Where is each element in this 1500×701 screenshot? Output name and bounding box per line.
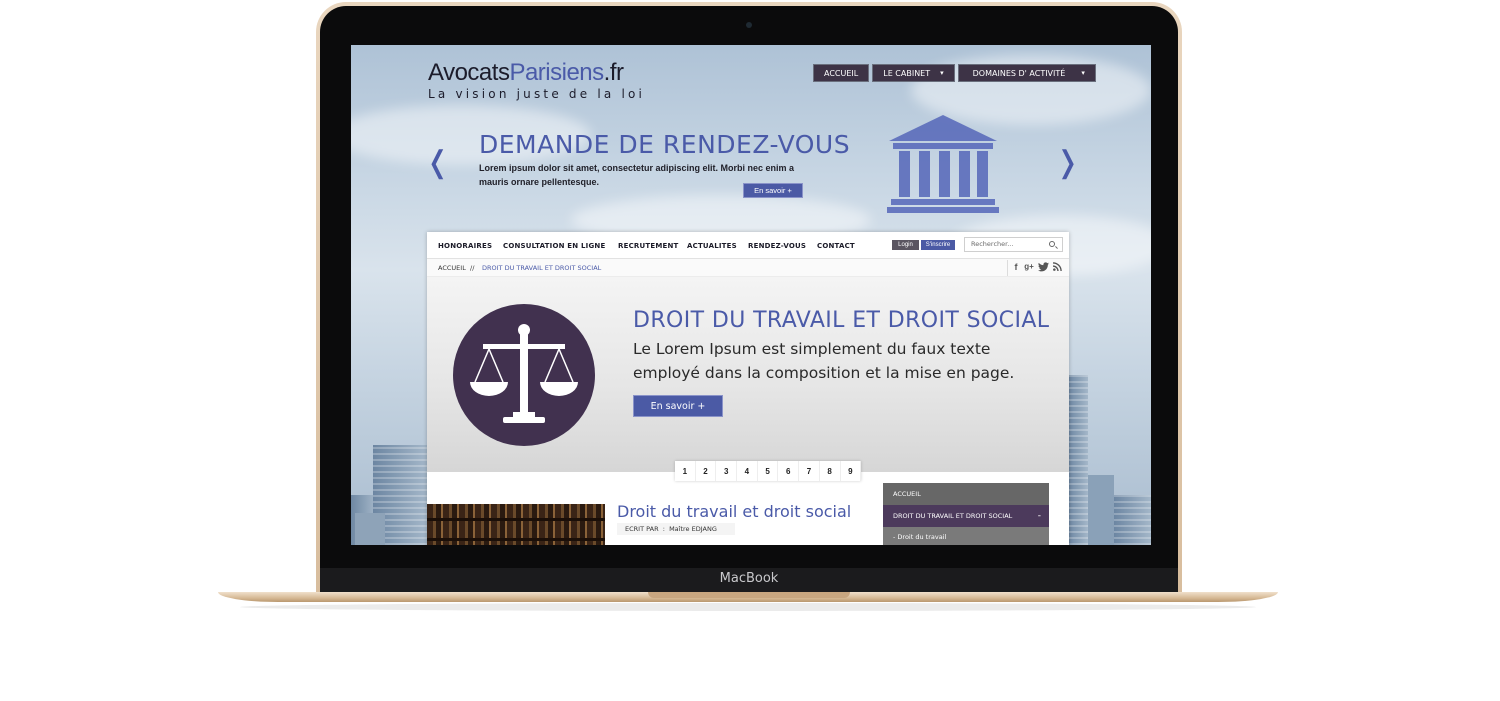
meta-separator: : bbox=[662, 525, 665, 533]
breadcrumb-current: DROIT DU TRAVAIL ET DROIT SOCIAL bbox=[482, 264, 602, 272]
building bbox=[355, 513, 385, 545]
page-link-5[interactable]: 5 bbox=[758, 461, 779, 481]
side-menu-label: - Droit du travail bbox=[893, 533, 947, 541]
google-plus-icon[interactable]: g+ bbox=[1023, 262, 1035, 274]
subnav-item-contact[interactable]: CONTACT bbox=[817, 242, 855, 250]
camera-icon bbox=[746, 22, 752, 28]
logo-tld: .fr bbox=[603, 59, 624, 86]
subnav-item-honoraires[interactable]: HONORAIRES bbox=[438, 242, 492, 250]
page-link-7[interactable]: 7 bbox=[799, 461, 820, 481]
breadcrumb-separator: // bbox=[470, 264, 475, 272]
search-icon[interactable] bbox=[1049, 241, 1055, 247]
page-link-8[interactable]: 8 bbox=[820, 461, 841, 481]
chevron-down-icon: ▾ bbox=[1081, 69, 1085, 77]
page-link-9[interactable]: 9 bbox=[841, 461, 862, 481]
site-tagline: La vision juste de la loi bbox=[428, 87, 646, 101]
pagination: 1 2 3 4 5 6 7 8 9 bbox=[675, 461, 862, 481]
feature-banner: DROIT DU TRAVAIL ET DROIT SOCIAL Le Lore… bbox=[427, 277, 1069, 472]
subnav-item-consultation[interactable]: CONSULTATION EN LIGNE bbox=[503, 242, 605, 250]
feature-more-button[interactable]: En savoir + bbox=[633, 395, 723, 417]
nav-item-domaines[interactable]: DOMAINES D' ACTIVITÉ ▾ bbox=[957, 64, 1096, 82]
page-link-3[interactable]: 3 bbox=[716, 461, 738, 481]
divider bbox=[1007, 260, 1008, 276]
facebook-icon[interactable]: f bbox=[1010, 262, 1022, 274]
feature-text: Le Lorem Ipsum est simplement du faux te… bbox=[633, 340, 1015, 382]
top-nav: ACCUEIL LE CABINET ▾ DOMAINES D' ACTIVITÉ… bbox=[813, 64, 1096, 82]
article-meta: ECRIT PAR : Maître EDJANG bbox=[617, 523, 735, 535]
laptop-notch bbox=[648, 592, 850, 598]
page-link-1[interactable]: 1 bbox=[675, 461, 696, 481]
site-logo[interactable]: AvocatsParisiens.fr bbox=[428, 59, 624, 87]
logo-accent: Parisiens bbox=[509, 59, 604, 86]
side-menu-subitem-droit-travail[interactable]: - Droit du travail bbox=[883, 527, 1049, 545]
collapse-icon[interactable]: - bbox=[1038, 511, 1041, 521]
building bbox=[1068, 375, 1088, 545]
secondary-nav: HONORAIRES CONSULTATION EN LIGNE RECRUTE… bbox=[427, 232, 1069, 259]
subnav-item-recrutement[interactable]: RECRUTEMENT bbox=[618, 242, 679, 250]
breadcrumb: ACCUEIL // DROIT DU TRAVAIL ET DROIT SOC… bbox=[427, 259, 1069, 277]
content-card: HONORAIRES CONSULTATION EN LIGNE RECRUTE… bbox=[427, 232, 1069, 545]
nav-item-le-cabinet[interactable]: LE CABINET ▾ bbox=[872, 64, 955, 82]
meta-author: Maître EDJANG bbox=[669, 525, 717, 533]
nav-item-accueil[interactable]: ACCUEIL bbox=[813, 64, 870, 82]
subnav-item-rendez-vous[interactable]: RENDEZ-VOUS bbox=[748, 242, 806, 250]
justice-scale-icon bbox=[453, 304, 595, 446]
side-menu-label: ACCUEIL bbox=[893, 490, 921, 498]
article-image[interactable] bbox=[427, 504, 605, 545]
side-menu-item-accueil[interactable]: ACCUEIL bbox=[883, 483, 1049, 505]
meta-label: ECRIT PAR bbox=[625, 525, 659, 533]
nav-label: LE CABINET bbox=[883, 68, 931, 78]
building bbox=[1088, 475, 1114, 545]
logo-main: Avocats bbox=[428, 59, 510, 86]
nav-label: DOMAINES D' ACTIVITÉ bbox=[972, 68, 1066, 78]
chevron-down-icon: ▾ bbox=[940, 69, 944, 77]
laptop-shadow bbox=[240, 603, 1256, 611]
subnav-item-actualites[interactable]: ACTUALITES bbox=[687, 242, 737, 250]
nav-label: ACCUEIL bbox=[824, 68, 859, 78]
screen: AvocatsParisiens.fr La vision juste de l… bbox=[351, 45, 1151, 545]
signup-button[interactable]: S'inscrire bbox=[921, 240, 955, 250]
page-link-2[interactable]: 2 bbox=[696, 461, 717, 481]
slider-prev-arrow-icon[interactable]: ❬ bbox=[425, 145, 450, 180]
feature-title: DROIT DU TRAVAIL ET DROIT SOCIAL bbox=[633, 308, 1050, 333]
hero-title: DEMANDE DE RENDEZ-VOUS bbox=[479, 130, 851, 159]
rss-icon[interactable] bbox=[1051, 262, 1063, 274]
building bbox=[1114, 495, 1151, 545]
side-menu: ACCUEIL DROIT DU TRAVAIL ET DROIT SOCIAL… bbox=[883, 483, 1049, 545]
slider-next-arrow-icon[interactable]: ❭ bbox=[1055, 145, 1080, 180]
article-title[interactable]: Droit du travail et droit social bbox=[617, 502, 851, 521]
breadcrumb-home[interactable]: ACCUEIL bbox=[438, 264, 466, 272]
side-menu-item-droit-travail-social[interactable]: DROIT DU TRAVAIL ET DROIT SOCIAL - bbox=[883, 505, 1049, 527]
login-button[interactable]: Login bbox=[892, 240, 919, 250]
side-menu-label: DROIT DU TRAVAIL ET DROIT SOCIAL bbox=[893, 512, 1013, 520]
page-link-6[interactable]: 6 bbox=[778, 461, 800, 481]
courthouse-icon bbox=[887, 115, 999, 213]
device-brand: MacBook bbox=[719, 571, 779, 586]
hero-more-button[interactable]: En savoir + bbox=[743, 183, 803, 198]
twitter-icon[interactable] bbox=[1037, 262, 1049, 274]
page-link-4[interactable]: 4 bbox=[737, 461, 758, 481]
